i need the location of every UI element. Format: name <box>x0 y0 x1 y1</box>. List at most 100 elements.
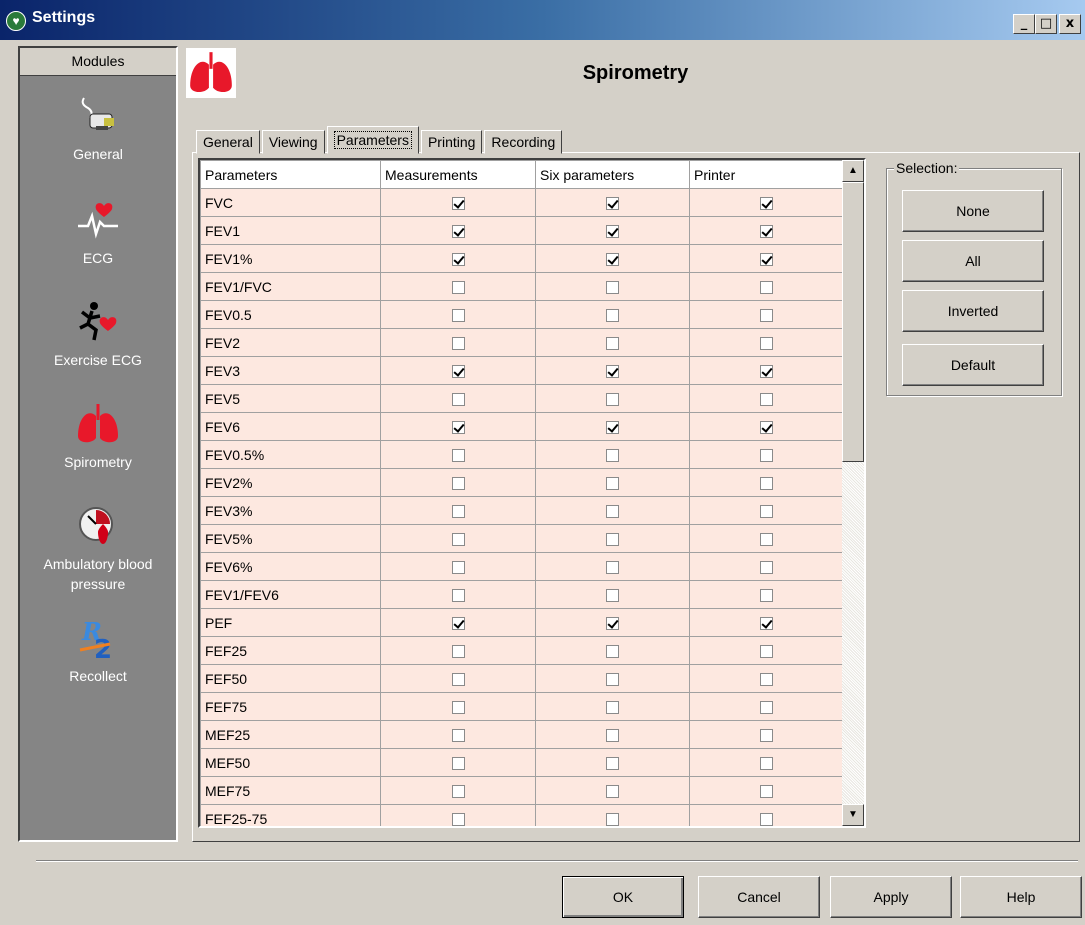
six-parameters-checkbox[interactable] <box>606 449 619 463</box>
printer-checkbox[interactable] <box>759 197 773 211</box>
six-parameters-checkbox[interactable] <box>606 673 619 687</box>
printer-checkbox[interactable] <box>759 673 773 687</box>
select-none-button[interactable]: None <box>902 190 1044 232</box>
six-parameters-checkbox[interactable] <box>606 225 619 239</box>
printer-checkbox[interactable] <box>759 225 773 239</box>
printer-checkbox[interactable] <box>759 337 773 351</box>
measurements-checkbox[interactable] <box>451 617 465 631</box>
scroll-thumb[interactable] <box>842 182 864 462</box>
grid-scrollbar[interactable]: ▲ ▼ <box>842 160 864 826</box>
apply-button[interactable]: Apply <box>830 876 952 918</box>
printer-checkbox[interactable] <box>759 505 773 519</box>
six-parameters-checkbox[interactable] <box>606 505 619 519</box>
measurements-checkbox[interactable] <box>451 309 465 323</box>
tab-viewing[interactable]: Viewing <box>261 130 325 154</box>
printer-checkbox[interactable] <box>759 477 773 491</box>
measurements-checkbox[interactable] <box>451 729 465 743</box>
ok-button[interactable]: OK <box>562 876 684 918</box>
six-parameters-checkbox[interactable] <box>606 309 619 323</box>
select-inverted-button[interactable]: Inverted <box>902 290 1044 332</box>
minimize-button[interactable]: _ <box>1013 14 1035 34</box>
measurements-checkbox[interactable] <box>451 337 465 351</box>
six-parameters-checkbox[interactable] <box>606 701 619 715</box>
six-parameters-checkbox[interactable] <box>606 813 619 826</box>
six-parameters-checkbox[interactable] <box>606 197 619 211</box>
measurements-checkbox[interactable] <box>451 589 465 603</box>
tab-parameters[interactable]: Parameters <box>326 126 419 154</box>
six-parameters-checkbox[interactable] <box>606 561 619 575</box>
printer-checkbox[interactable] <box>759 449 773 463</box>
six-parameters-checkbox[interactable] <box>606 533 619 547</box>
six-parameters-checkbox[interactable] <box>606 421 619 435</box>
printer-checkbox[interactable] <box>759 757 773 771</box>
measurements-checkbox[interactable] <box>451 813 465 826</box>
six-parameters-checkbox[interactable] <box>606 589 619 603</box>
cancel-button[interactable]: Cancel <box>698 876 820 918</box>
six-parameters-checkbox[interactable] <box>606 757 619 771</box>
printer-checkbox[interactable] <box>759 729 773 743</box>
printer-checkbox[interactable] <box>759 533 773 547</box>
printer-checkbox[interactable] <box>759 421 773 435</box>
six-parameters-checkbox[interactable] <box>606 281 619 295</box>
measurements-checkbox[interactable] <box>451 505 465 519</box>
six-parameters-checkbox[interactable] <box>606 253 619 267</box>
printer-checkbox[interactable] <box>759 281 773 295</box>
printer-checkbox[interactable] <box>759 365 773 379</box>
measurements-checkbox[interactable] <box>451 757 465 771</box>
measurements-checkbox[interactable] <box>451 281 465 295</box>
measurements-checkbox[interactable] <box>451 253 465 267</box>
six-parameters-checkbox[interactable] <box>606 645 619 659</box>
maximize-button[interactable]: □ <box>1035 14 1057 34</box>
printer-checkbox[interactable] <box>759 785 773 799</box>
tab-recording[interactable]: Recording <box>484 130 563 154</box>
printer-checkbox[interactable] <box>759 701 773 715</box>
help-button[interactable]: Help <box>960 876 1082 918</box>
scroll-up-button[interactable]: ▲ <box>842 160 864 182</box>
printer-checkbox[interactable] <box>759 309 773 323</box>
printer-checkbox[interactable] <box>759 253 773 267</box>
six-parameters-checkbox[interactable] <box>606 337 619 351</box>
measurements-checkbox[interactable] <box>451 393 465 407</box>
printer-checkbox[interactable] <box>759 589 773 603</box>
measurements-checkbox[interactable] <box>451 449 465 463</box>
printer-checkbox[interactable] <box>759 393 773 407</box>
printer-checkbox[interactable] <box>759 561 773 575</box>
measurements-checkbox[interactable] <box>451 785 465 799</box>
six-parameters-checkbox[interactable] <box>606 785 619 799</box>
measurements-checkbox[interactable] <box>451 673 465 687</box>
column-header-measurements[interactable]: Measurements <box>380 160 536 189</box>
measurements-checkbox[interactable] <box>451 533 465 547</box>
sidebar-item-exercise-ecg[interactable]: Exercise ECG <box>20 298 176 370</box>
six-parameters-checkbox[interactable] <box>606 729 619 743</box>
six-parameters-checkbox[interactable] <box>606 617 619 631</box>
sidebar-item-recollect[interactable]: R 2 Recollect <box>20 614 176 686</box>
column-header-parameters[interactable]: Parameters <box>200 160 381 189</box>
six-parameters-checkbox[interactable] <box>606 477 619 491</box>
measurements-checkbox[interactable] <box>451 421 465 435</box>
select-default-button[interactable]: Default <box>902 344 1044 386</box>
sidebar-item-spirometry[interactable]: Spirometry <box>20 400 176 472</box>
sidebar-item-ambulatory-blood-pressure[interactable]: Ambulatory blood pressure <box>20 502 176 594</box>
measurements-checkbox[interactable] <box>451 477 465 491</box>
tab-general[interactable]: General <box>196 130 260 154</box>
measurements-checkbox[interactable] <box>451 225 465 239</box>
measurements-checkbox[interactable] <box>451 197 465 211</box>
select-all-button[interactable]: All <box>902 240 1044 282</box>
six-parameters-checkbox[interactable] <box>606 365 619 379</box>
column-header-six-parameters[interactable]: Six parameters <box>535 160 690 189</box>
column-header-printer[interactable]: Printer <box>689 160 842 189</box>
six-parameters-checkbox[interactable] <box>606 393 619 407</box>
measurements-checkbox[interactable] <box>451 701 465 715</box>
tab-printing[interactable]: Printing <box>420 130 483 154</box>
sidebar-item-ecg[interactable]: ECG <box>20 196 176 268</box>
measurements-checkbox[interactable] <box>451 645 465 659</box>
printer-checkbox[interactable] <box>759 617 773 631</box>
printer-checkbox[interactable] <box>759 645 773 659</box>
measurements-checkbox[interactable] <box>451 365 465 379</box>
measurements-checkbox[interactable] <box>451 561 465 575</box>
printer-checkbox[interactable] <box>759 813 773 826</box>
recollect-r2-icon: R 2 <box>74 614 122 665</box>
close-button[interactable]: x <box>1059 14 1081 34</box>
scroll-down-button[interactable]: ▼ <box>842 804 864 826</box>
sidebar-item-general[interactable]: General <box>20 92 176 164</box>
